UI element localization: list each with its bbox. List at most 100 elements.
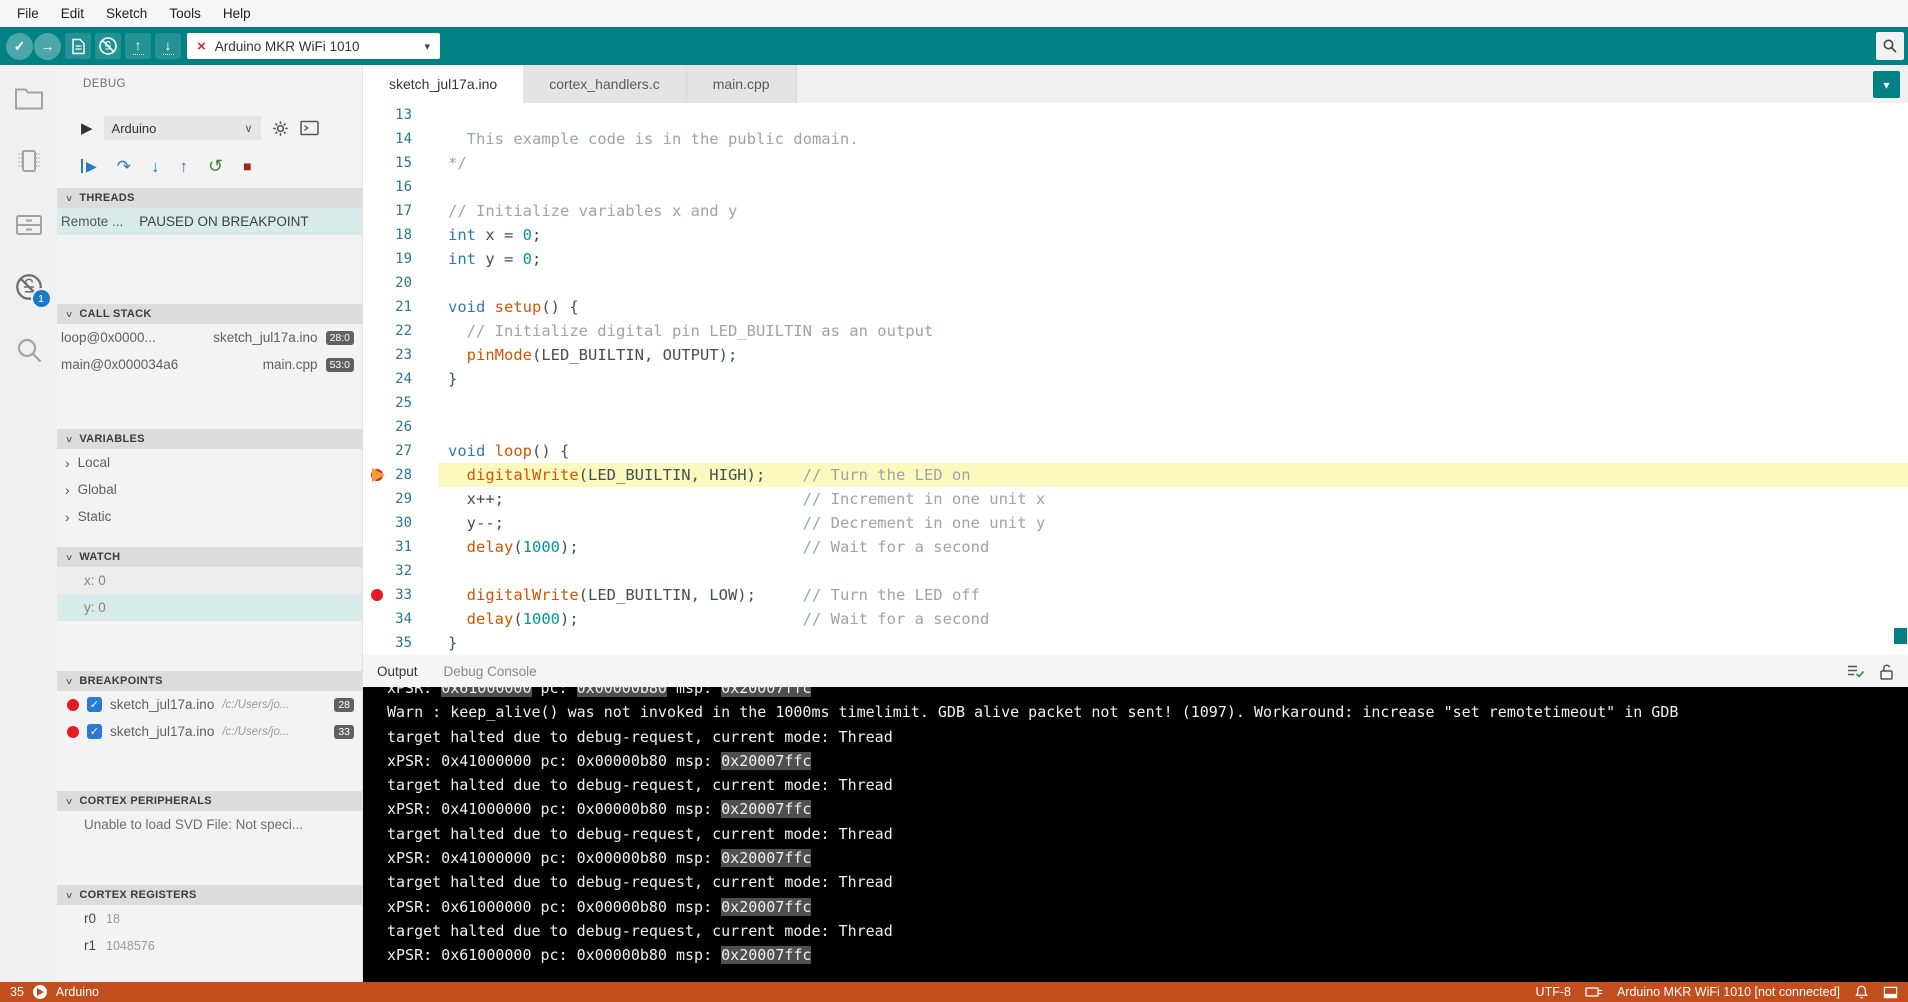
menu-item-help[interactable]: Help xyxy=(212,6,262,21)
code-line[interactable]: 15*/ xyxy=(363,151,1908,175)
variables-header[interactable]: ∨ VARIABLES xyxy=(57,429,362,449)
breakpoint-row[interactable]: ✓sketch_jul17a.ino/c:/Users/jo...33 xyxy=(57,718,362,745)
register-row[interactable]: r018 xyxy=(57,905,362,932)
gutter-glyph-margin[interactable] xyxy=(363,415,391,439)
cortex-registers-header[interactable]: ∨ CORTEX REGISTERS xyxy=(57,885,362,905)
stop-button[interactable]: ■ xyxy=(243,159,251,173)
debug-button[interactable] xyxy=(95,33,121,59)
code-line[interactable]: 17// Initialize variables x and y xyxy=(363,199,1908,223)
tab-output[interactable]: Output xyxy=(377,664,418,679)
step-over-button[interactable]: ↷ xyxy=(117,158,131,175)
tab-cortex_handlers.c[interactable]: cortex_handlers.c xyxy=(523,65,687,103)
menu-item-edit[interactable]: Edit xyxy=(50,6,95,21)
breakpoint-checkbox[interactable]: ✓ xyxy=(87,697,102,712)
verify-button[interactable]: ✓ xyxy=(6,33,33,60)
gutter-glyph-margin[interactable] xyxy=(363,439,391,463)
sidebar-item-library-manager[interactable] xyxy=(14,209,44,239)
variable-row[interactable]: ›Static xyxy=(57,503,362,530)
gutter-glyph-margin[interactable] xyxy=(363,103,391,127)
start-debug-icon[interactable]: ▶ xyxy=(81,121,93,136)
debug-config-select[interactable]: Arduino ∨ xyxy=(104,116,261,140)
code-line[interactable]: 19int y = 0; xyxy=(363,247,1908,271)
gutter-glyph-margin[interactable] xyxy=(363,511,391,535)
gear-icon[interactable] xyxy=(272,120,289,137)
variable-row[interactable]: ›Global xyxy=(57,476,362,503)
scrollbar-decoration[interactable] xyxy=(1894,628,1907,644)
code-line[interactable]: 33 digitalWrite(LED_BUILTIN, LOW); // Tu… xyxy=(363,583,1908,607)
gutter-glyph-margin[interactable] xyxy=(363,583,391,607)
board-selector[interactable]: × Arduino MKR WiFi 1010 ▾ xyxy=(187,33,440,59)
serial-monitor-button[interactable] xyxy=(1876,32,1904,60)
code-line[interactable]: 23 pinMode(LED_BUILTIN, OUTPUT); xyxy=(363,343,1908,367)
menu-item-file[interactable]: File xyxy=(6,6,50,21)
code-line[interactable]: 16 xyxy=(363,175,1908,199)
code-line[interactable]: 24} xyxy=(363,367,1908,391)
menu-item-sketch[interactable]: Sketch xyxy=(95,6,158,21)
breakpoint-checkbox[interactable]: ✓ xyxy=(87,724,102,739)
code-line[interactable]: 32 xyxy=(363,559,1908,583)
code-line[interactable]: 31 delay(1000); // Wait for a second xyxy=(363,535,1908,559)
gutter-glyph-margin[interactable] xyxy=(363,271,391,295)
upload-button[interactable]: → xyxy=(34,33,61,60)
gutter-glyph-margin[interactable] xyxy=(363,175,391,199)
code-line[interactable]: 13 xyxy=(363,103,1908,127)
code-line[interactable]: 34 delay(1000); // Wait for a second xyxy=(363,607,1908,631)
step-out-button[interactable]: ↑ xyxy=(180,158,189,175)
code-line[interactable]: 25 xyxy=(363,391,1908,415)
continue-button[interactable]: ▶ xyxy=(81,159,97,173)
code-line[interactable]: 35} xyxy=(363,631,1908,655)
breakpoint-row[interactable]: ✓sketch_jul17a.ino/c:/Users/jo...28 xyxy=(57,691,362,718)
cortex-peripherals-header[interactable]: ∨ CORTEX PERIPHERALS xyxy=(57,791,362,811)
autoscroll-icon[interactable] xyxy=(1846,663,1865,679)
gutter-glyph-margin[interactable] xyxy=(363,487,391,511)
tab-main.cpp[interactable]: main.cpp xyxy=(687,65,797,103)
watch-row[interactable]: y: 0 xyxy=(57,594,362,621)
status-board-label[interactable]: Arduino MKR WiFi 1010 [not connected] xyxy=(1617,985,1840,999)
sketch-button[interactable] xyxy=(65,33,91,59)
code-line[interactable]: 27void loop() { xyxy=(363,439,1908,463)
sidebar-item-search[interactable] xyxy=(14,335,44,365)
code-line[interactable]: 14 This example code is in the public do… xyxy=(363,127,1908,151)
gutter-glyph-margin[interactable] xyxy=(363,463,391,487)
gutter-glyph-margin[interactable] xyxy=(363,535,391,559)
bell-icon[interactable] xyxy=(1854,984,1869,1000)
output-terminal[interactable]: xPSR: 0x61000000 pc: 0x00000b80 msp: 0x2… xyxy=(363,687,1908,982)
gutter-glyph-margin[interactable] xyxy=(363,151,391,175)
callstack-row[interactable]: main@0x000034a6main.cpp53:0 xyxy=(57,351,362,378)
menu-item-tools[interactable]: Tools xyxy=(158,6,212,21)
code-line[interactable]: 28 digitalWrite(LED_BUILTIN, HIGH); // T… xyxy=(363,463,1908,487)
code-line[interactable]: 22 // Initialize digital pin LED_BUILTIN… xyxy=(363,319,1908,343)
restart-button[interactable]: ↺ xyxy=(208,157,223,175)
callstack-row[interactable]: loop@0x0000...sketch_jul17a.ino28:0 xyxy=(57,324,362,351)
variable-row[interactable]: ›Local xyxy=(57,449,362,476)
toggle-panel-icon[interactable] xyxy=(1883,985,1898,1000)
sidebar-item-boards-manager[interactable] xyxy=(14,146,44,176)
gutter-glyph-margin[interactable] xyxy=(363,223,391,247)
code-line[interactable]: 21void setup() { xyxy=(363,295,1908,319)
register-row[interactable]: r11048576 xyxy=(57,932,362,959)
code-line[interactable]: 30 y--; // Decrement in one unit y xyxy=(363,511,1908,535)
watch-row[interactable]: x: 0 xyxy=(57,567,362,594)
import-binary-button[interactable]: ↓ xyxy=(155,33,181,59)
gutter-glyph-margin[interactable] xyxy=(363,319,391,343)
gutter-glyph-margin[interactable] xyxy=(363,247,391,271)
gutter-glyph-margin[interactable] xyxy=(363,391,391,415)
gutter-glyph-margin[interactable] xyxy=(363,127,391,151)
sidebar-item-debug[interactable]: 1 xyxy=(14,272,44,302)
threads-header[interactable]: ∨ THREADS xyxy=(57,188,362,208)
tab-debug-console[interactable]: Debug Console xyxy=(444,664,537,679)
code-line[interactable]: 29 x++; // Increment in one unit x xyxy=(363,487,1908,511)
watch-header[interactable]: ∨ WATCH xyxy=(57,547,362,567)
code-line[interactable]: 20 xyxy=(363,271,1908,295)
breakpoints-header[interactable]: ∨ BREAKPOINTS xyxy=(57,671,362,691)
debug-console-icon[interactable] xyxy=(300,120,319,136)
gutter-glyph-margin[interactable] xyxy=(363,343,391,367)
callstack-header[interactable]: ∨ CALL STACK xyxy=(57,304,362,324)
tab-sketch_jul17a.ino[interactable]: sketch_jul17a.ino xyxy=(363,65,523,103)
step-into-button[interactable]: ↓ xyxy=(151,158,160,175)
export-binary-button[interactable]: ↑ xyxy=(125,33,151,59)
unlock-icon[interactable] xyxy=(1879,663,1894,680)
status-encoding[interactable]: UTF-8 xyxy=(1536,985,1571,999)
gutter-glyph-margin[interactable] xyxy=(363,295,391,319)
code-line[interactable]: 18int x = 0; xyxy=(363,223,1908,247)
